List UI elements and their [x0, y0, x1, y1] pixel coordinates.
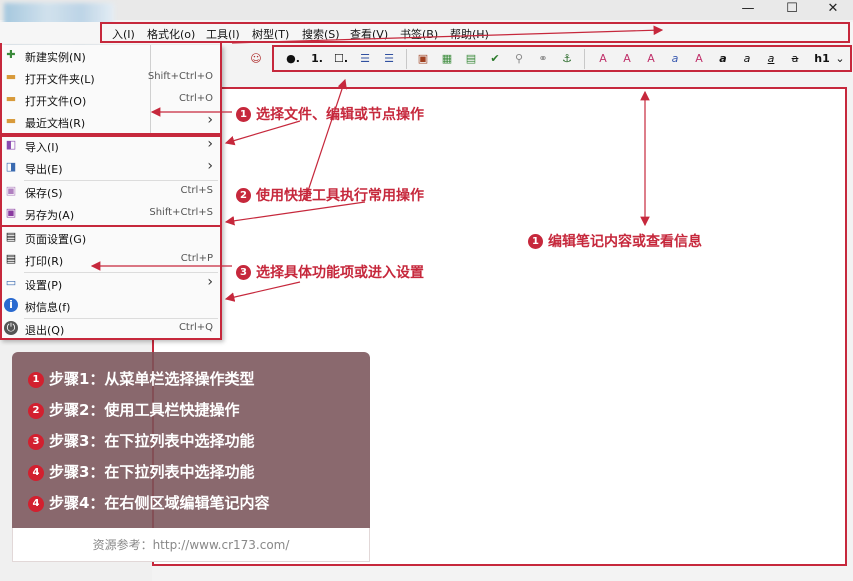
annotation-editor: 1 编辑笔记内容或查看信息	[528, 231, 702, 251]
bg-color-icon[interactable]: A	[618, 51, 636, 67]
file-group-highlight-box	[0, 43, 222, 135]
step-badge: 4	[28, 496, 44, 512]
step-badge: 1	[28, 372, 44, 388]
source-caption: 资源参考：http://www.cr173.com/	[12, 528, 370, 562]
close-button[interactable]: ✕	[813, 0, 853, 20]
step-badge: 3	[28, 434, 44, 450]
step-text: 步骤3：在下拉列表中选择功能	[49, 432, 255, 450]
bold-icon[interactable]: a	[714, 51, 732, 67]
step-item: 4 步骤4：在右侧区域编辑笔记内容	[28, 492, 269, 513]
user-icon[interactable]: ☺	[247, 51, 265, 67]
step-item: 1 步骤1：从菜单栏选择操作类型	[28, 368, 254, 389]
step-text: 步骤3：在下拉列表中选择功能	[49, 463, 255, 481]
step-badge: 1	[528, 234, 543, 249]
minimize-button[interactable]: —	[728, 0, 768, 20]
text-color-icon[interactable]: A	[594, 51, 612, 67]
attachment-icon[interactable]: ⚲	[510, 51, 528, 67]
annotation-text: 选择文件、编辑或节点操作	[256, 107, 424, 123]
annotation-file-ops: 1 选择文件、编辑或节点操作	[236, 104, 424, 124]
italic-icon[interactable]: a	[738, 51, 756, 67]
settings-group-highlight-box	[0, 225, 222, 340]
step-item: 3 步骤3：在下拉列表中选择功能	[28, 430, 254, 451]
step-badge: 4	[28, 465, 44, 481]
checkbox-icon[interactable]: ✔	[486, 51, 504, 67]
steps-panel: 1 步骤1：从菜单栏选择操作类型 2 步骤2：使用工具栏快捷操作 3 步骤3：在下拉列…	[12, 352, 370, 528]
highlight-icon[interactable]: A	[642, 51, 660, 67]
toolbar-separator	[584, 49, 585, 69]
anchor-icon[interactable]: ⚓	[558, 51, 576, 67]
annotation-text: 编辑笔记内容或查看信息	[548, 234, 702, 250]
step-badge: 2	[236, 188, 251, 203]
io-group-highlight-box	[0, 135, 222, 227]
format-clear-icon[interactable]: A	[690, 51, 708, 67]
underline-icon[interactable]: a	[762, 51, 780, 67]
step-text: 步骤4：在右侧区域编辑笔记内容	[49, 494, 270, 512]
annotation-text: 选择具体功能项或进入设置	[256, 265, 424, 281]
unindent-icon[interactable]: ☰	[380, 51, 398, 67]
annotation-settings: 3 选择具体功能项或进入设置	[236, 262, 424, 282]
step-badge: 3	[236, 265, 251, 280]
step-item: 2 步骤2：使用工具栏快捷操作	[28, 399, 239, 420]
step-text: 步骤1：从菜单栏选择操作类型	[49, 370, 255, 388]
link-icon[interactable]: ⚭	[534, 51, 552, 67]
heading-select[interactable]: h1	[810, 51, 834, 67]
numbered-list-button[interactable]: 1.	[308, 51, 326, 67]
step-badge: 2	[28, 403, 44, 419]
step-text: 步骤2：使用工具栏快捷操作	[49, 401, 240, 419]
annotation-toolbar: 2 使用快捷工具执行常用操作	[236, 185, 424, 205]
strikethrough-icon[interactable]: a	[786, 51, 804, 67]
todo-list-button[interactable]: ☐.	[332, 51, 350, 67]
menubar-highlight-box	[100, 22, 850, 43]
toolbar-separator	[406, 49, 407, 69]
table-icon[interactable]: ▦	[438, 51, 456, 67]
image-icon[interactable]: ▣	[414, 51, 432, 67]
step-item: 4 步骤3：在下拉列表中选择功能	[28, 461, 254, 482]
text-style-icon[interactable]: a	[666, 51, 684, 67]
annotation-text: 使用快捷工具执行常用操作	[256, 188, 424, 204]
step-badge: 1	[236, 107, 251, 122]
maximize-button[interactable]: ☐	[772, 0, 812, 20]
chevron-down-icon[interactable]: ⌄	[834, 51, 846, 67]
bullet-list-button[interactable]: ●.	[284, 51, 302, 67]
file-menu-dropdown: ✚ 新建实例(N) ▬ 打开文件夹(L) Shift+Ctrl+O ▬ 打开文件…	[0, 43, 222, 340]
indent-icon[interactable]: ☰	[356, 51, 374, 67]
title-bar	[0, 0, 853, 20]
codebox-icon[interactable]: ▤	[462, 51, 480, 67]
